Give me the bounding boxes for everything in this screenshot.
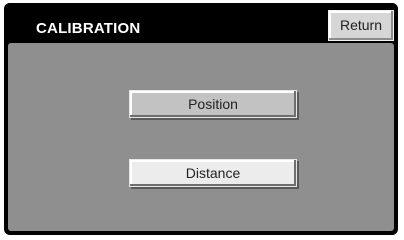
page-title: CALIBRATION <box>36 20 141 37</box>
content-panel: Position Distance <box>8 43 394 231</box>
calibration-screen: CALIBRATION Return Position Distance <box>4 3 398 235</box>
title-bar: CALIBRATION Return <box>4 3 398 43</box>
return-button[interactable]: Return <box>328 10 394 41</box>
distance-button[interactable]: Distance <box>129 159 297 187</box>
position-button[interactable]: Position <box>129 90 297 118</box>
